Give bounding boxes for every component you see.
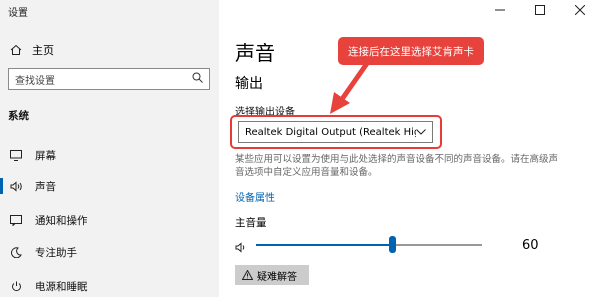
device-properties-link[interactable]: 设备属性	[235, 189, 275, 204]
troubleshoot-button[interactable]: 疑难解答	[235, 265, 309, 285]
sidebar: 设置 主页 查找设置 系统 屏幕 声音 通知和操作 专注助手 电源和睡眠	[0, 0, 219, 297]
home-icon	[8, 44, 24, 56]
window-title: 设置	[8, 8, 28, 19]
search-placeholder: 查找设置	[15, 75, 55, 87]
sidebar-item-label: 屏幕	[35, 149, 56, 162]
speaker-icon	[8, 180, 24, 192]
master-volume-label: 主音量	[235, 217, 267, 229]
volume-slider[interactable]	[256, 244, 482, 246]
volume-slider-fill	[256, 244, 392, 246]
notification-icon	[8, 214, 24, 226]
search-input[interactable]: 查找设置	[8, 68, 210, 90]
maximize-button[interactable]	[520, 0, 560, 20]
sidebar-item-notifications[interactable]: 通知和操作	[0, 206, 219, 234]
annotation-arrow-icon	[330, 59, 371, 114]
annotation-highlight-box	[230, 115, 442, 149]
warning-icon	[242, 270, 253, 280]
sidebar-item-display[interactable]: 屏幕	[0, 141, 219, 169]
volume-value: 60	[522, 238, 539, 253]
sidebar-item-label: 专注助手	[35, 246, 77, 259]
close-button[interactable]	[560, 0, 600, 20]
page-title: 声音	[235, 41, 275, 65]
sidebar-item-power-sleep[interactable]: 电源和睡眠	[0, 272, 219, 297]
output-section-heading: 输出	[235, 76, 263, 92]
minimize-button[interactable]	[480, 0, 520, 20]
sidebar-item-home[interactable]: 主页	[8, 42, 54, 58]
sidebar-section-label: 系统	[8, 110, 29, 122]
troubleshoot-label: 疑难解答	[257, 271, 297, 283]
volume-slider-thumb[interactable]	[388, 236, 396, 253]
moon-icon	[8, 246, 24, 258]
monitor-icon	[8, 149, 24, 161]
sidebar-item-label: 电源和睡眠	[35, 280, 88, 293]
power-icon	[8, 281, 24, 292]
sidebar-item-label: 主页	[32, 44, 54, 57]
window-controls	[480, 0, 600, 20]
sidebar-item-label: 声音	[35, 180, 56, 193]
volume-icon[interactable]	[235, 238, 247, 257]
sidebar-item-label: 通知和操作	[35, 214, 88, 227]
output-description: 某些应用可以设置为使用与此处选择的声音设备不同的声音设备。请在高级声音选项中自定…	[235, 154, 559, 178]
search-icon	[192, 72, 203, 86]
sidebar-item-sound[interactable]: 声音	[0, 172, 219, 200]
sidebar-item-focus-assist[interactable]: 专注助手	[0, 238, 219, 266]
